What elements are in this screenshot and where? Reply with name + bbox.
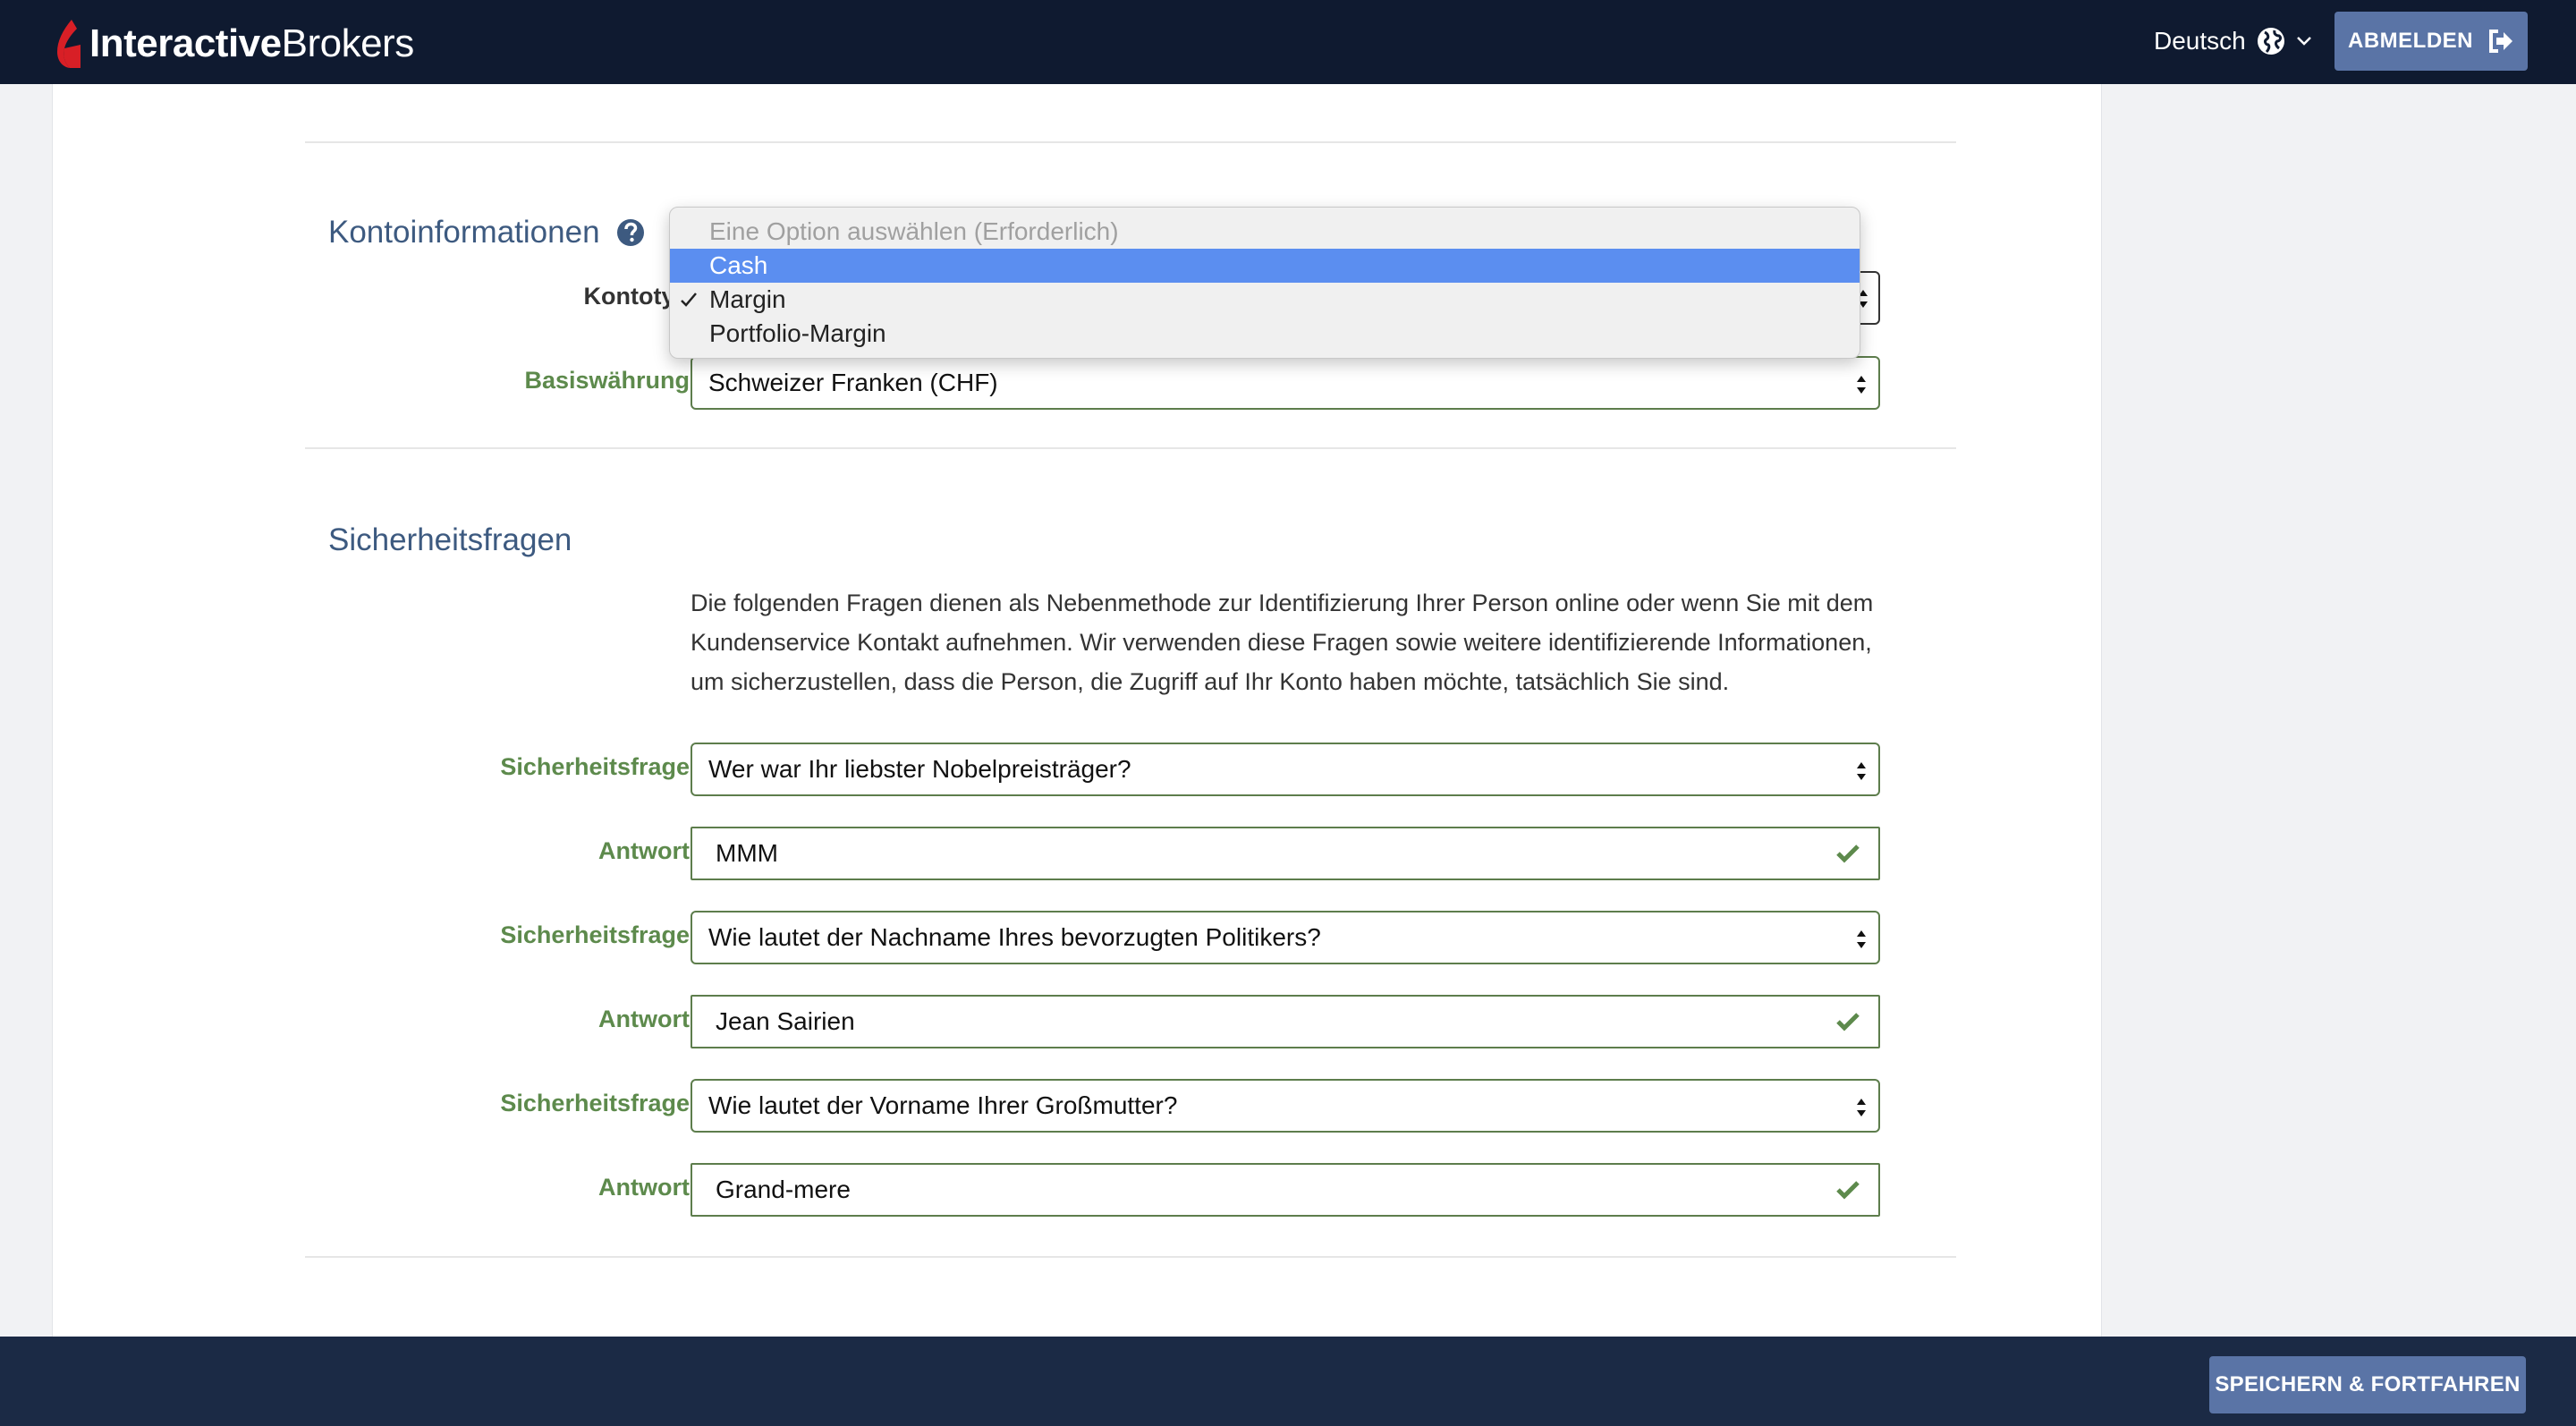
dropdown-option-portfolio-margin[interactable]: Portfolio-Margin — [670, 317, 1860, 351]
logout-icon — [2489, 30, 2512, 53]
account-info-title-text: Kontoinformationen — [328, 215, 600, 250]
security-question-label: Sicherheitsfrage — [500, 921, 690, 948]
footer-bar: SPEICHERN & FORTFAHREN — [0, 1337, 2576, 1426]
answer-2-value: Jean Sairien — [716, 1007, 855, 1035]
dropdown-option-margin[interactable]: Margin — [670, 283, 1860, 317]
checkmark-icon — [1836, 1013, 1860, 1031]
chevron-down-icon — [2296, 37, 2311, 46]
select-arrows-icon — [1857, 930, 1866, 948]
security-question-2-value: Wie lautet der Nachname Ihres bevorzugte… — [708, 923, 1321, 951]
answer-label: Antwort — [598, 1006, 690, 1032]
section-divider — [305, 1256, 1956, 1258]
security-question-1-value: Wer war Ihr liebster Nobelpreisträger? — [708, 755, 1131, 783]
answer-3-value: Grand-mere — [716, 1176, 851, 1203]
answer-1-value: MMM — [716, 839, 778, 867]
globe-icon — [2257, 28, 2284, 55]
answer-1-field[interactable]: MMM — [691, 827, 1880, 880]
help-icon[interactable] — [616, 218, 645, 247]
section-divider — [305, 141, 1956, 143]
security-questions-title: Sicherheitsfragen — [328, 522, 572, 558]
select-arrows-icon — [1857, 1099, 1866, 1116]
account-info-title: Kontoinformationen — [328, 215, 645, 250]
dropdown-option-margin-label: Margin — [709, 285, 786, 313]
answer-label: Antwort — [598, 1174, 690, 1201]
language-label: Deutsch — [2154, 27, 2246, 55]
account-type-label: Kontotyp — [583, 283, 690, 310]
base-currency-select[interactable]: Schweizer Franken (CHF) — [691, 356, 1880, 410]
answer-3-field[interactable]: Grand-mere — [691, 1163, 1880, 1217]
section-divider — [305, 447, 1956, 449]
checkmark-icon — [681, 293, 697, 307]
ib-logo-mark — [57, 20, 80, 68]
logo-wordmark: InteractiveBrokers — [89, 21, 414, 66]
security-question-2-select[interactable]: Wie lautet der Nachname Ihres bevorzugte… — [691, 911, 1880, 964]
language-selector[interactable]: Deutsch — [2154, 23, 2312, 59]
logout-button[interactable]: ABMELDEN — [2334, 12, 2528, 71]
security-question-label: Sicherheitsfrage — [500, 1090, 690, 1116]
answer-label: Antwort — [598, 837, 690, 864]
security-question-1-select[interactable]: Wer war Ihr liebster Nobelpreisträger? — [691, 743, 1880, 796]
security-questions-title-text: Sicherheitsfragen — [328, 522, 572, 557]
account-type-dropdown-list[interactable]: Eine Option auswählen (Erforderlich) Cas… — [669, 207, 1860, 359]
checkmark-icon — [1836, 1181, 1860, 1200]
dropdown-option-placeholder[interactable]: Eine Option auswählen (Erforderlich) — [670, 215, 1860, 249]
security-question-3-value: Wie lautet der Vorname Ihrer Großmutter? — [708, 1091, 1178, 1119]
dropdown-option-cash[interactable]: Cash — [670, 249, 1860, 283]
security-description: Die folgenden Fragen dienen als Nebenmet… — [691, 590, 1874, 695]
security-question-3-select[interactable]: Wie lautet der Vorname Ihrer Großmutter? — [691, 1079, 1880, 1133]
logo-bold-text: Interactive — [89, 21, 282, 65]
logout-button-label: ABMELDEN — [2348, 29, 2473, 53]
checkmark-icon — [1836, 845, 1860, 863]
logo-light-text: Brokers — [281, 21, 415, 65]
security-question-label: Sicherheitsfrage — [500, 753, 690, 780]
base-currency-value: Schweizer Franken (CHF) — [708, 369, 998, 396]
answer-2-field[interactable]: Jean Sairien — [691, 995, 1880, 1048]
interactive-brokers-logo[interactable]: InteractiveBrokers — [52, 18, 414, 70]
save-and-continue-button[interactable]: SPEICHERN & FORTFAHREN — [2209, 1356, 2526, 1413]
select-arrows-icon — [1857, 376, 1866, 394]
select-arrows-icon — [1857, 762, 1866, 780]
top-navigation-bar: InteractiveBrokers Deutsch ABMELDEN — [0, 0, 2576, 84]
base-currency-label: Basiswährung — [524, 367, 690, 394]
